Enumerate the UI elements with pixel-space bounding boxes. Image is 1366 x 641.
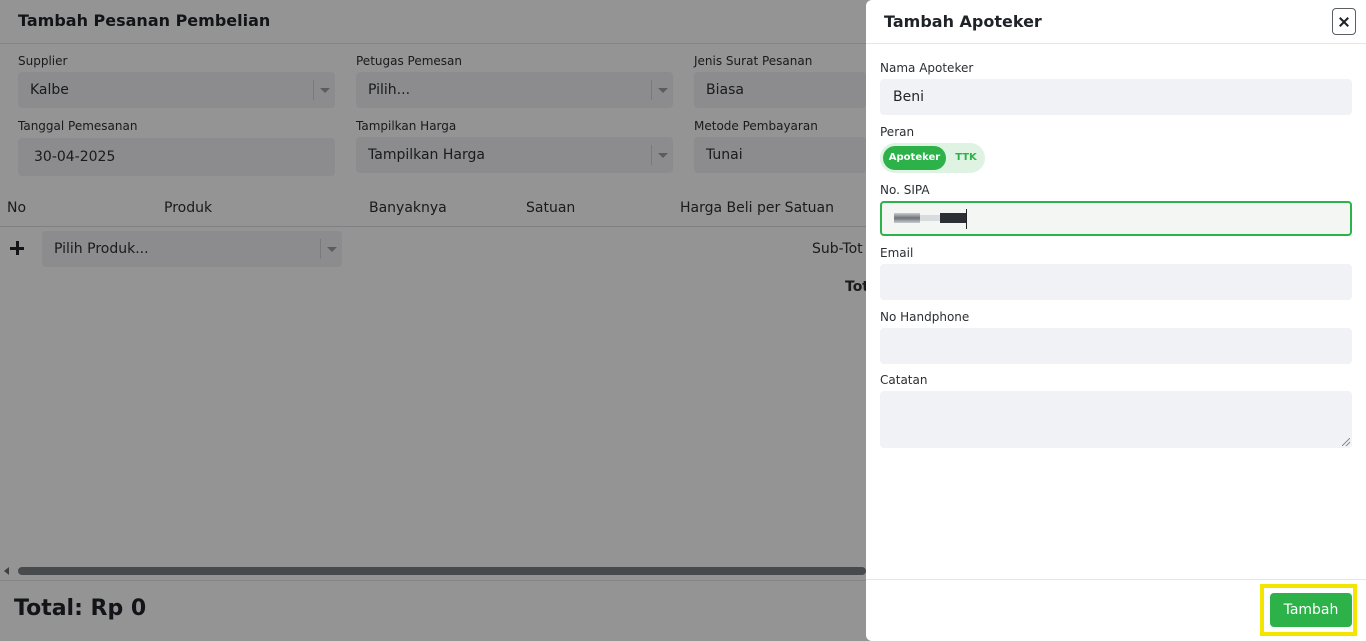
no-handphone-label: No Handphone — [880, 310, 970, 324]
drawer-footer-divider — [866, 579, 1366, 580]
close-icon[interactable] — [1332, 8, 1356, 35]
redacted-value — [894, 211, 966, 225]
no-sipa-label: No. SIPA — [880, 183, 930, 197]
drawer-header: Tambah Apoteker — [866, 0, 1366, 44]
peran-toggle: Apoteker TTK — [880, 143, 985, 173]
email-label: Email — [880, 246, 914, 260]
no-handphone-input[interactable] — [880, 328, 1352, 364]
peran-option-ttk[interactable]: TTK — [950, 146, 982, 170]
email-input[interactable] — [880, 264, 1352, 300]
drawer-title: Tambah Apoteker — [884, 12, 1042, 31]
no-sipa-input[interactable] — [880, 201, 1352, 236]
text-caret — [966, 209, 967, 229]
peran-label: Peran — [880, 125, 915, 139]
catatan-label: Catatan — [880, 373, 928, 387]
resize-handle-icon[interactable] — [1342, 438, 1350, 446]
nama-apoteker-value: Beni — [893, 89, 924, 105]
add-pharmacist-drawer: Tambah Apoteker Nama Apoteker Beni Peran… — [866, 0, 1366, 641]
nama-apoteker-input[interactable]: Beni — [880, 79, 1352, 115]
peran-option-apoteker[interactable]: Apoteker — [883, 146, 946, 170]
nama-apoteker-label: Nama Apoteker — [880, 61, 974, 75]
tambah-button[interactable]: Tambah — [1270, 593, 1352, 627]
catatan-textarea[interactable] — [880, 391, 1352, 448]
